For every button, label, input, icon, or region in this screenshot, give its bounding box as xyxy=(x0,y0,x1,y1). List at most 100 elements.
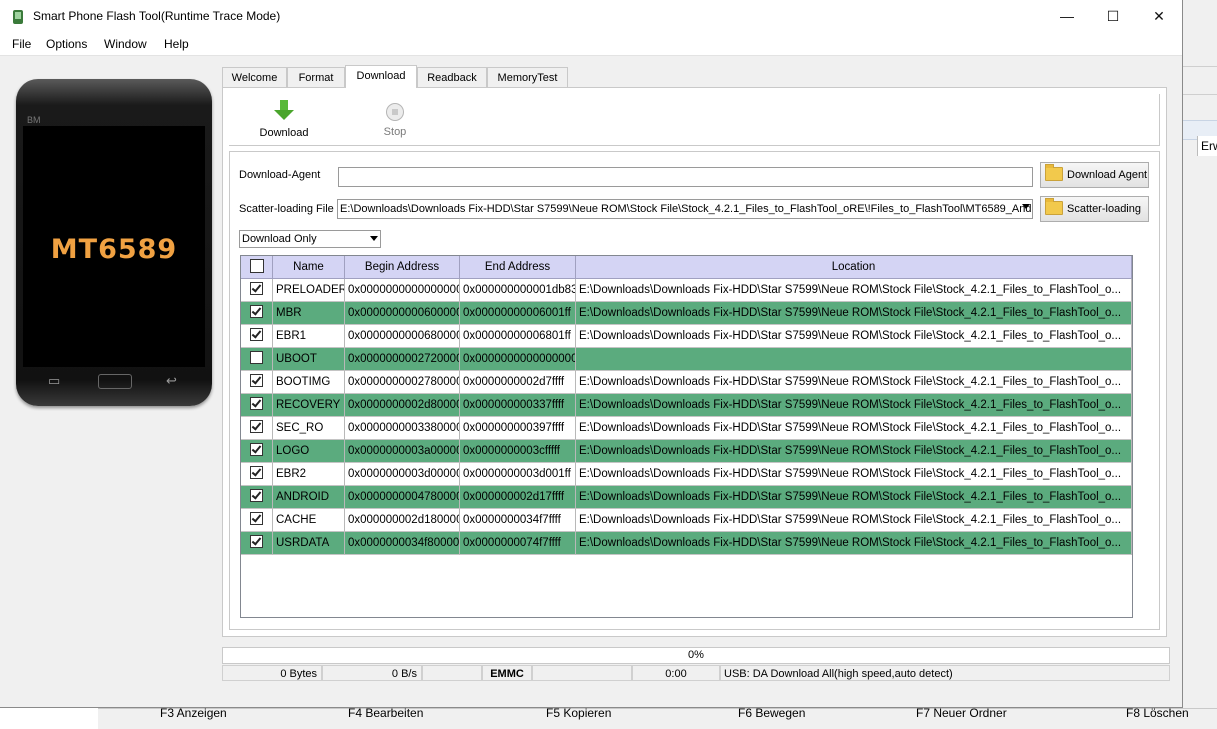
partition-name: BOOTIMG xyxy=(273,371,345,394)
partition-location: E:\Downloads\Downloads Fix-HDD\Star S759… xyxy=(576,509,1132,532)
download-mode-value: Download Only xyxy=(242,233,317,245)
table-row[interactable]: LOGO 0x0000000003a00000 0x0000000003cfffff… xyxy=(241,440,1132,463)
home-key-icon xyxy=(98,374,132,389)
header-name[interactable]: Name xyxy=(273,256,345,279)
partition-location: E:\Downloads\Downloads Fix-HDD\Star S759… xyxy=(576,532,1132,555)
begin-address: 0x0000000002780000 xyxy=(345,371,460,394)
row-checkbox[interactable] xyxy=(241,371,273,394)
maximize-button[interactable]: ☐ xyxy=(1090,0,1136,33)
begin-address: 0x0000000000680000 xyxy=(345,325,460,348)
app-icon xyxy=(13,10,23,24)
table-row[interactable]: SEC_RO 0x0000000003380000 0x000000000397ff… xyxy=(241,417,1132,440)
download-agent-button-label: Download Agent xyxy=(1067,169,1148,181)
table-row[interactable]: RECOVERY 0x0000000002d80000 0x000000000337… xyxy=(241,394,1132,417)
partition-location: E:\Downloads\Downloads Fix-HDD\Star S759… xyxy=(576,417,1132,440)
background-column-header: Erw xyxy=(1197,136,1217,156)
table-row[interactable]: CACHE 0x000000002d180000 0x0000000034f7fff… xyxy=(241,509,1132,532)
row-checkbox[interactable] xyxy=(241,302,273,325)
download-arrow-icon xyxy=(274,100,294,122)
table-row[interactable]: BOOTIMG 0x0000000002780000 0x0000000002d7f… xyxy=(241,371,1132,394)
phone-screen: MT6589 xyxy=(23,126,205,367)
end-address: 0x00000000006001ff xyxy=(460,302,576,325)
end-address: 0x0000000074f7ffff xyxy=(460,532,576,555)
status-speed: 0 B/s xyxy=(322,665,422,681)
partition-location: E:\Downloads\Downloads Fix-HDD\Star S759… xyxy=(576,325,1132,348)
minimize-button[interactable]: — xyxy=(1044,0,1090,33)
status-bytes: 0 Bytes xyxy=(222,665,322,681)
checked-checkbox-icon xyxy=(250,466,263,480)
tab-format[interactable]: Format xyxy=(287,67,345,87)
table-row[interactable]: USRDATA 0x0000000034f80000 0x0000000074f7f… xyxy=(241,532,1132,555)
end-address: 0x0000000002d7ffff xyxy=(460,371,576,394)
partition-name: CACHE xyxy=(273,509,345,532)
partition-name: SEC_RO xyxy=(273,417,345,440)
tab-readback[interactable]: Readback xyxy=(417,67,487,87)
close-button[interactable]: ✕ xyxy=(1136,0,1182,33)
row-checkbox[interactable] xyxy=(241,279,273,302)
menu-bar: File Options Window Help xyxy=(0,33,1182,56)
status-storage: EMMC xyxy=(482,665,532,681)
menu-help[interactable]: Help xyxy=(164,37,189,51)
folder-icon xyxy=(1045,164,1063,182)
table-row[interactable]: EBR2 0x0000000003d00000 0x0000000003d001ff… xyxy=(241,463,1132,486)
row-checkbox[interactable] xyxy=(241,417,273,440)
download-button[interactable]: Download xyxy=(254,100,314,139)
menu-file[interactable]: File xyxy=(12,37,31,51)
menu-window[interactable]: Window xyxy=(104,37,147,51)
download-mode-select[interactable]: Download Only xyxy=(239,230,381,248)
row-checkbox[interactable] xyxy=(241,394,273,417)
row-checkbox[interactable] xyxy=(241,463,273,486)
table-header: Name Begin Address End Address Location xyxy=(241,256,1132,279)
checked-checkbox-icon xyxy=(250,535,263,549)
row-checkbox[interactable] xyxy=(241,532,273,555)
background-function-bar: F3 Anzeigen F4 Bearbeiten F5 Kopieren F6… xyxy=(98,706,1217,729)
row-checkbox[interactable] xyxy=(241,440,273,463)
partition-name: EBR2 xyxy=(273,463,345,486)
partition-location: E:\Downloads\Downloads Fix-HDD\Star S759… xyxy=(576,371,1132,394)
tab-welcome[interactable]: Welcome xyxy=(222,67,287,87)
select-all-checkbox[interactable] xyxy=(241,256,273,279)
status-spacer-2 xyxy=(532,665,632,681)
f3-key: F3 Anzeigen xyxy=(160,706,227,720)
table-row[interactable]: MBR 0x0000000000600000 0x00000000006001ff E… xyxy=(241,302,1132,325)
partition-location: E:\Downloads\Downloads Fix-HDD\Star S759… xyxy=(576,486,1132,509)
row-checkbox[interactable] xyxy=(241,486,273,509)
end-address: 0x000000002d17ffff xyxy=(460,486,576,509)
partition-location: E:\Downloads\Downloads Fix-HDD\Star S759… xyxy=(576,394,1132,417)
header-begin-address[interactable]: Begin Address xyxy=(345,256,460,279)
back-key-icon: ↩ xyxy=(166,373,177,388)
row-checkbox[interactable] xyxy=(241,325,273,348)
row-checkbox[interactable] xyxy=(241,348,273,371)
phone-illustration: BM MT6589 ▭ ↩ xyxy=(16,79,212,406)
end-address: 0x000000000397ffff xyxy=(460,417,576,440)
partition-location xyxy=(576,348,1132,371)
begin-address: 0x0000000003a00000 xyxy=(345,440,460,463)
scatter-file-select[interactable]: E:\Downloads\Downloads Fix-HDD\Star S759… xyxy=(337,199,1033,219)
stop-icon xyxy=(386,103,404,121)
table-row[interactable]: UBOOT 0x0000000002720000 0x000000000000000… xyxy=(241,348,1132,371)
tab-download[interactable]: Download xyxy=(345,65,417,88)
header-location[interactable]: Location xyxy=(576,256,1132,279)
download-button-label: Download xyxy=(259,127,309,139)
partition-location: E:\Downloads\Downloads Fix-HDD\Star S759… xyxy=(576,302,1132,325)
unchecked-checkbox-icon xyxy=(250,351,263,365)
flash-tool-window: Smart Phone Flash Tool(Runtime Trace Mod… xyxy=(0,0,1183,708)
partition-location: E:\Downloads\Downloads Fix-HDD\Star S759… xyxy=(576,279,1132,302)
folder-icon xyxy=(1045,198,1063,216)
scatter-loading-button[interactable]: Scatter-loading xyxy=(1040,196,1149,222)
partition-name: USRDATA xyxy=(273,532,345,555)
row-checkbox[interactable] xyxy=(241,509,273,532)
partition-location: E:\Downloads\Downloads Fix-HDD\Star S759… xyxy=(576,440,1132,463)
tab-memorytest[interactable]: MemoryTest xyxy=(487,67,568,87)
table-row[interactable]: PRELOADER 0x0000000000000000 0x00000000000… xyxy=(241,279,1132,302)
f5-key: F5 Kopieren xyxy=(546,706,612,720)
header-end-address[interactable]: End Address xyxy=(460,256,576,279)
download-agent-field[interactable] xyxy=(338,167,1033,187)
table-row[interactable]: EBR1 0x0000000000680000 0x00000000006801ff… xyxy=(241,325,1132,348)
menu-options[interactable]: Options xyxy=(46,37,87,51)
table-row[interactable]: ANDROID 0x0000000004780000 0x000000002d17f… xyxy=(241,486,1132,509)
checked-checkbox-icon xyxy=(250,328,263,342)
download-agent-button[interactable]: Download Agent xyxy=(1040,162,1149,188)
stop-button[interactable]: Stop xyxy=(365,100,425,138)
end-address: 0x000000000001db83 xyxy=(460,279,576,302)
